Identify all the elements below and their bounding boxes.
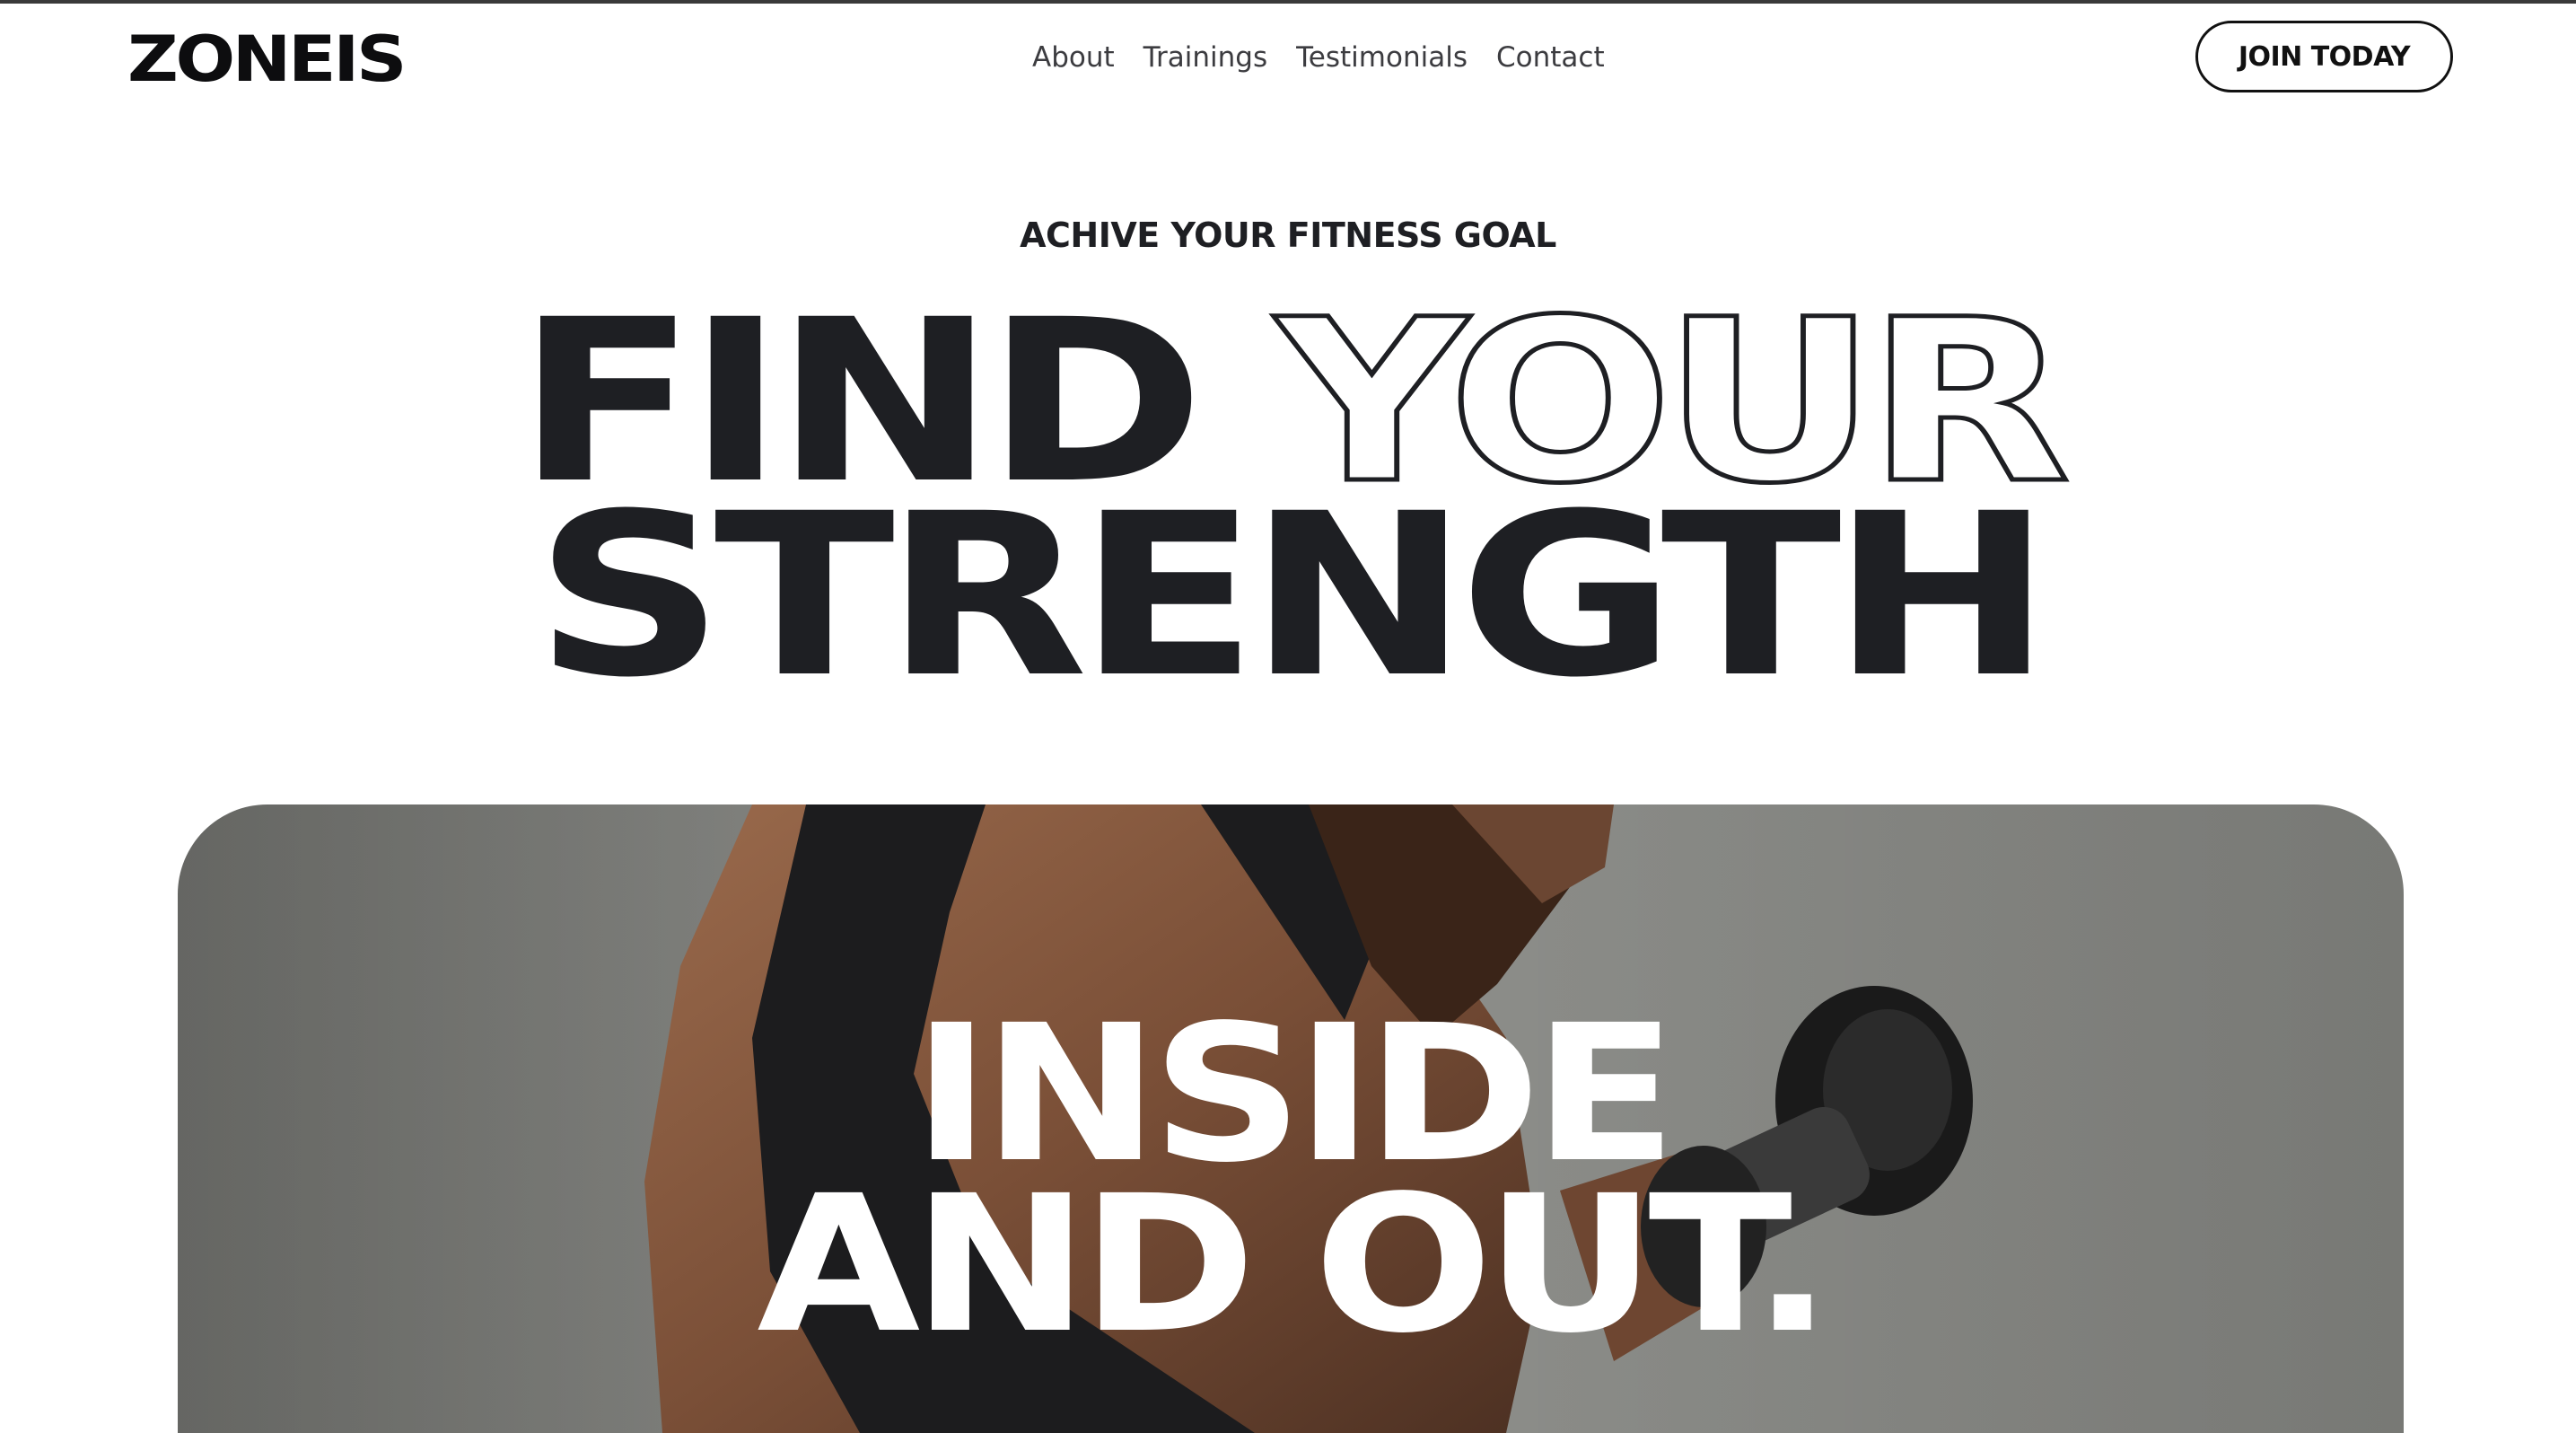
headline-line-2: STRENGTH: [534, 465, 2053, 726]
brand-logo[interactable]: ZONEIS: [127, 23, 407, 95]
hero-headline: FIND YOUR STRENGTH: [0, 287, 2576, 726]
nav-about[interactable]: About: [1032, 38, 1115, 77]
hero-image-panel: INSIDE AND OUT.: [178, 804, 2404, 1433]
main-nav: About Trainings Testimonials Contact: [1032, 38, 1605, 77]
hero-image-text: INSIDE AND OUT.: [178, 1000, 2404, 1375]
nav-contact[interactable]: Contact: [1496, 38, 1605, 77]
join-today-button[interactable]: JOIN TODAY: [2195, 21, 2453, 92]
site-header: ZONEIS About Trainings Testimonials Cont…: [0, 4, 2576, 108]
hero-eyebrow: ACHIVE YOUR FITNESS GOAL: [1020, 215, 1556, 255]
nav-testimonials[interactable]: Testimonials: [1296, 38, 1468, 77]
hero-text-line-2: AND OUT.: [757, 1155, 1832, 1375]
nav-trainings[interactable]: Trainings: [1143, 38, 1267, 77]
